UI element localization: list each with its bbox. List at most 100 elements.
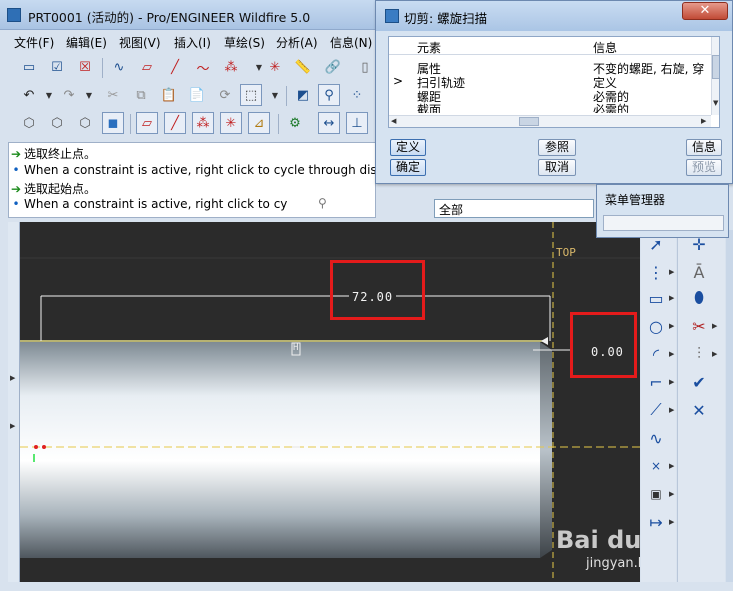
define-button[interactable]: 定义 <box>390 139 426 156</box>
flyout-arrow-icon[interactable]: ▶ <box>669 294 674 302</box>
document-icon[interactable]: ▯ <box>354 56 376 78</box>
hscroll-thumb[interactable] <box>519 117 539 126</box>
circle-tool-icon[interactable]: ○ <box>643 314 669 338</box>
flyout-arrow-icon[interactable]: ▶ <box>669 322 674 330</box>
centerline-tool-icon[interactable]: ⋮ <box>643 260 669 284</box>
datum-plane-display-icon[interactable]: ▱ <box>136 112 158 134</box>
references-button[interactable]: 参照 <box>538 139 576 156</box>
curve-icon[interactable]: ∿ <box>108 56 130 78</box>
close-window-icon[interactable]: ☒ <box>74 56 96 78</box>
datum-point-display-icon[interactable]: ⁂ <box>192 112 214 134</box>
link-icon[interactable]: 🔗 <box>322 56 344 78</box>
flyout-arrow-icon[interactable]: ▶ <box>669 350 674 358</box>
paste-icon[interactable]: 📋 <box>158 84 180 106</box>
flyout-arrow-icon[interactable]: ▶ <box>669 268 674 276</box>
prompt-arrow-icon: ➔ <box>11 147 22 161</box>
message-line: • When a constraint is active, right clic… <box>12 163 376 177</box>
use-edge-tool-icon[interactable]: ▣ <box>643 482 669 506</box>
column-header-info: 信息 <box>593 41 618 55</box>
vertex-display-icon[interactable]: ⁘ <box>346 84 368 106</box>
annotation-display-icon[interactable]: ⊿ <box>248 112 270 134</box>
chamfer-tool-icon[interactable]: ⟋ <box>643 398 669 422</box>
constraint-display-icon[interactable]: ⚲ <box>318 84 340 106</box>
spline-tool-icon[interactable]: ∿ <box>643 426 669 450</box>
trim-tool-icon[interactable]: ✂ <box>686 314 712 338</box>
ok-button[interactable]: 确定 <box>390 159 426 176</box>
menu-sketch[interactable]: 草绘(S) <box>224 34 265 51</box>
scroll-down-icon[interactable]: ▼ <box>713 99 718 107</box>
flyout-arrow-icon[interactable]: ▶ <box>669 518 674 526</box>
selection-box-icon[interactable]: ⬚ <box>240 84 262 106</box>
datum-axis-display-icon[interactable]: ╱ <box>164 112 186 134</box>
scroll-thumb[interactable] <box>712 55 719 79</box>
undo-dropdown-icon[interactable]: ▼ <box>38 84 60 106</box>
info-button[interactable]: 信息 <box>686 139 722 156</box>
cube-shaded-icon[interactable]: ◼ <box>102 112 124 134</box>
point-icon[interactable]: ⁂ <box>220 56 242 78</box>
scroll-left-icon[interactable]: ◀ <box>391 117 396 125</box>
paste-special-icon[interactable]: 📄 <box>186 84 208 106</box>
flyout-arrow-icon[interactable]: ▶ <box>669 490 674 498</box>
sketch-setup-icon[interactable]: ⚙ <box>284 112 306 134</box>
csys-icon[interactable]: ✳ <box>264 56 286 78</box>
expand-arrow-icon[interactable]: ▶ <box>10 422 15 430</box>
vertical-scrollbar[interactable]: ▼ <box>711 37 719 115</box>
copy-icon[interactable]: ⧉ <box>130 84 152 106</box>
flyout-arrow-icon[interactable]: ▶ <box>712 322 717 330</box>
checkbox-icon[interactable]: ☑ <box>46 56 68 78</box>
flyout-arrow-icon[interactable]: ▶ <box>669 378 674 386</box>
filter-select[interactable]: 全部 <box>434 199 594 218</box>
menu-file[interactable]: 文件(F) <box>14 34 54 51</box>
table-row[interactable]: 属性 不变的螺距, 右旋, 穿 <box>389 60 711 76</box>
rectangle-tool-icon[interactable]: ▭ <box>643 286 669 310</box>
cancel-button[interactable]: 取消 <box>538 159 576 176</box>
length-dimension[interactable]: 72.00 <box>349 290 397 304</box>
menu-info[interactable]: 信息(N) <box>330 34 372 51</box>
point-tool-icon[interactable]: × <box>643 454 669 478</box>
table-row[interactable]: > 扫引轨迹 定义 <box>389 74 711 90</box>
constraint-toggle-icon[interactable]: ⊥ <box>346 112 368 134</box>
window-icon[interactable]: ▭ <box>18 56 40 78</box>
redo-icon[interactable]: ↷ <box>58 84 80 106</box>
quit-x-icon[interactable]: ✕ <box>686 398 712 422</box>
regenerate-icon[interactable]: ⟳ <box>214 84 236 106</box>
menu-view[interactable]: 视图(V) <box>119 34 161 51</box>
undo-icon[interactable]: ↶ <box>18 84 40 106</box>
table-row[interactable]: 截面 必需的 <box>389 101 711 113</box>
arc-tool-icon[interactable]: ◜ <box>643 342 669 366</box>
cube-nohidden-icon[interactable]: ⬡ <box>74 112 96 134</box>
menu-insert[interactable]: 插入(I) <box>174 34 211 51</box>
redo-dropdown-icon[interactable]: ▼ <box>78 84 100 106</box>
flyout-arrow-icon[interactable]: ▶ <box>669 406 674 414</box>
left-splitter[interactable]: ▶ ▶ <box>8 222 20 582</box>
cube-hidden-icon[interactable]: ⬡ <box>46 112 68 134</box>
table-row[interactable]: 螺距 必需的 <box>389 88 711 104</box>
close-icon[interactable]: ✕ <box>682 2 728 20</box>
dimension-tool-icon[interactable]: ↦ <box>643 510 669 534</box>
sketch-view-icon[interactable]: ◩ <box>292 84 314 106</box>
select-dropdown-icon[interactable]: ▼ <box>264 84 286 106</box>
expand-arrow-icon[interactable]: ▶ <box>10 374 15 382</box>
cube-wire-icon[interactable]: ⬡ <box>18 112 40 134</box>
scroll-right-icon[interactable]: ▶ <box>701 117 706 125</box>
preview-button[interactable]: 预览 <box>686 159 722 176</box>
datum-csys-display-icon[interactable]: ✳ <box>220 112 242 134</box>
axis-icon[interactable]: ╱ <box>164 56 186 78</box>
ruler-icon[interactable]: 📏 <box>292 56 314 78</box>
palette-tool-icon[interactable]: ⬮ <box>686 286 712 310</box>
text-tool-icon[interactable]: Ā <box>686 260 712 284</box>
done-check-icon[interactable]: ✔ <box>686 370 712 394</box>
offset-dimension[interactable]: 0.00 <box>591 345 624 359</box>
menu-edit[interactable]: 编辑(E) <box>66 34 107 51</box>
flyout-arrow-icon[interactable]: ▶ <box>669 462 674 470</box>
menu-analysis[interactable]: 分析(A) <box>276 34 318 51</box>
cut-icon[interactable]: ✂ <box>102 84 124 106</box>
flyout-arrow-icon[interactable]: ▶ <box>712 350 717 358</box>
fillet-tool-icon[interactable]: ⌐ <box>643 370 669 394</box>
plane-icon[interactable]: ▱ <box>136 56 158 78</box>
graphics-window[interactable]: TOP H 72.00 0.00 Bai du 经验 jingyan.baidu… <box>20 222 640 582</box>
horizontal-scrollbar[interactable]: ◀ ▶ <box>389 115 711 127</box>
dimension-display-icon[interactable]: ↔ <box>318 112 340 134</box>
mirror-tool-icon[interactable]: ⫶ <box>686 342 712 366</box>
sketch-curve-icon[interactable]: 〜 <box>192 56 214 78</box>
